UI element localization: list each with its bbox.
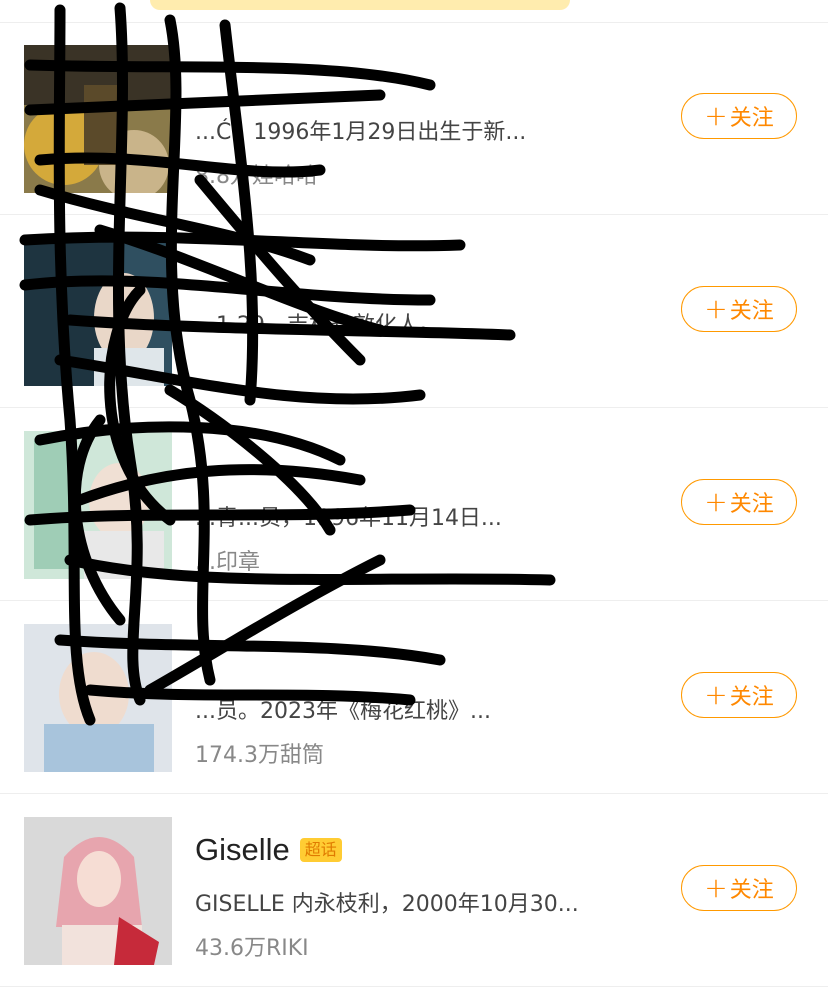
follow-label: 关注: [729, 106, 774, 131]
item-description: ...Ć，1996年1月29日出生于新...: [195, 120, 527, 145]
follow-button[interactable]: + 关注: [681, 93, 797, 139]
item-fans: 43.6万RIKI: [195, 936, 309, 961]
plus-icon: +: [704, 99, 728, 132]
follow-label: 关注: [729, 878, 774, 903]
item-fans: 8.8万娃哈哈: [195, 164, 318, 189]
avatar[interactable]: [24, 431, 172, 579]
follow-label: 关注: [729, 299, 774, 324]
item-fans: 174.3万甜筒: [195, 743, 324, 768]
list-item[interactable]: ...员。2023年《梅花红桃》... 174.3万甜筒 + 关注: [0, 601, 828, 794]
item-name[interactable]: Giselle: [195, 832, 290, 868]
list-item[interactable]: ...Ć，1996年1月29日出生于新... 8.8万娃哈哈 + 关注: [0, 22, 828, 215]
follow-label: 关注: [729, 492, 774, 517]
supertopic-badge: 超话: [299, 838, 342, 862]
list-item[interactable]: ...1.29。吉林省敦化人。... + 关注: [0, 215, 828, 408]
item-description: ...员。2023年《梅花红桃》...: [195, 699, 491, 724]
item-fans: ...印章: [195, 550, 260, 575]
follow-button[interactable]: + 关注: [681, 672, 797, 718]
follow-button[interactable]: + 关注: [681, 865, 797, 911]
plus-icon: +: [704, 678, 728, 711]
item-description: ...青...员，1996年11月14日...: [195, 506, 502, 531]
avatar[interactable]: [24, 238, 172, 386]
avatar[interactable]: [24, 624, 172, 772]
highlight-mark: [150, 0, 570, 10]
plus-icon: +: [704, 871, 728, 904]
item-description: ...1.29。吉林省敦化人。...: [195, 313, 462, 338]
list-item[interactable]: Giselle 超话 GISELLE 内永枝利，2000年10月30... 43…: [0, 794, 828, 987]
previous-row-edge: [0, 0, 828, 23]
list-item[interactable]: ...青...员，1996年11月14日... ...印章 + 关注: [0, 408, 828, 601]
plus-icon: +: [704, 292, 728, 325]
avatar[interactable]: [24, 817, 172, 965]
follow-button[interactable]: + 关注: [681, 479, 797, 525]
avatar[interactable]: [24, 45, 172, 193]
follow-button[interactable]: + 关注: [681, 286, 797, 332]
item-description: GISELLE 内永枝利，2000年10月30...: [195, 892, 579, 917]
follow-label: 关注: [729, 685, 774, 710]
plus-icon: +: [704, 485, 728, 518]
